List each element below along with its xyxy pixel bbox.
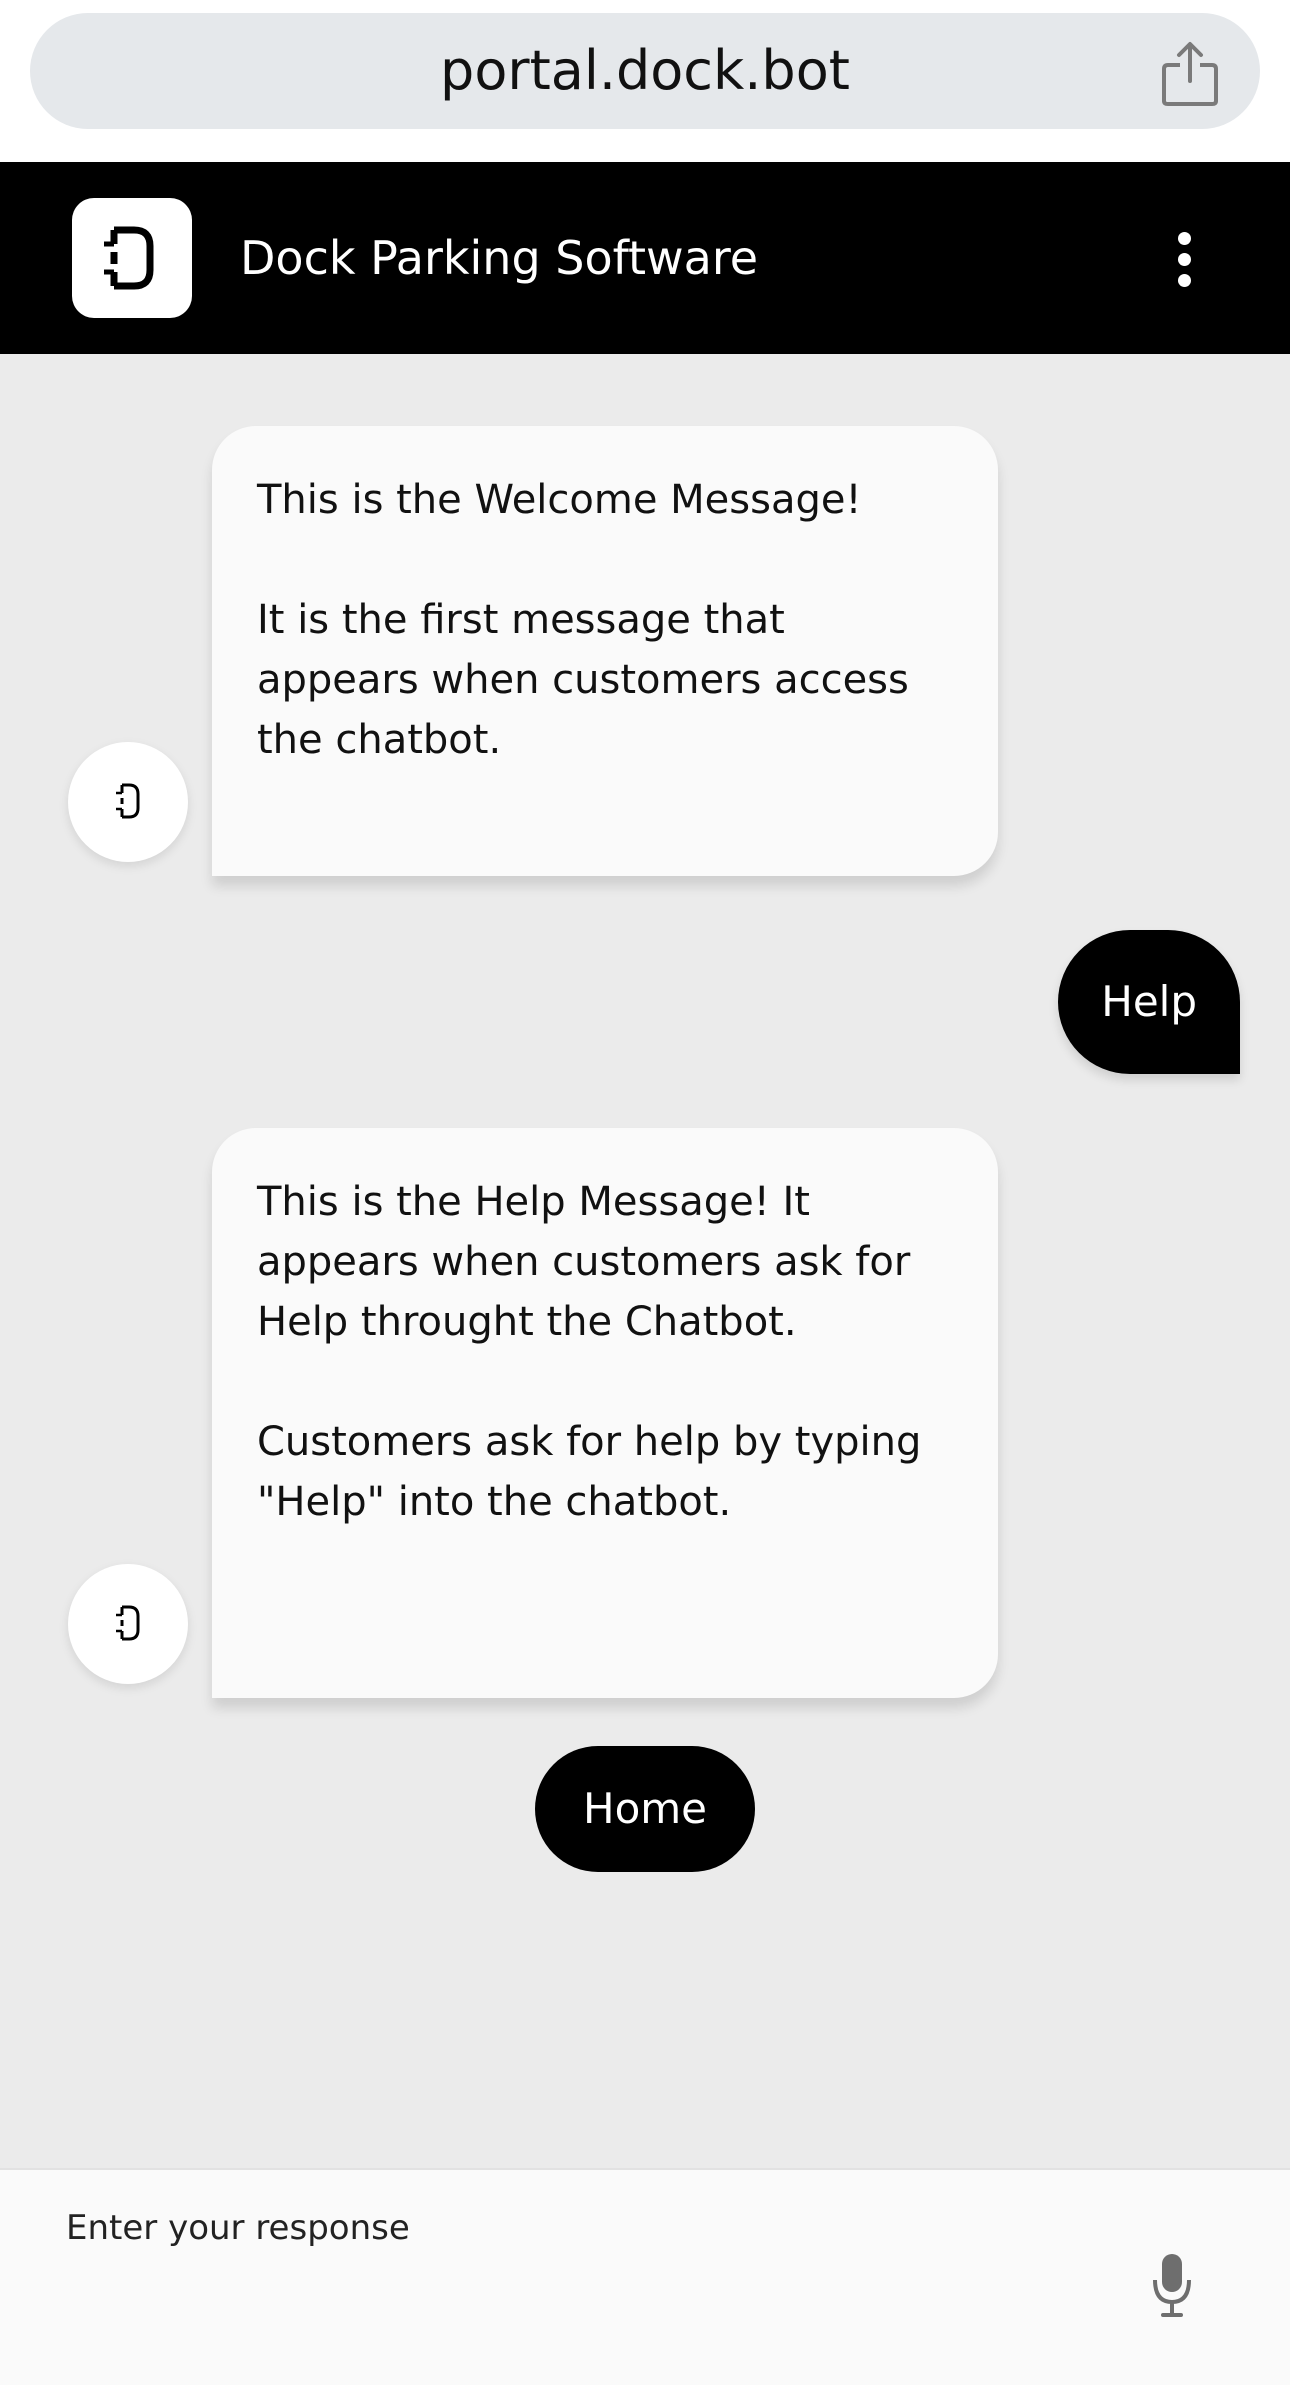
- user-message: Help: [1058, 930, 1240, 1074]
- message-text: It is the first message that appears whe…: [257, 597, 909, 763]
- more-vertical-icon[interactable]: [1172, 232, 1196, 287]
- dock-logo-icon: [72, 198, 192, 318]
- home-quick-reply-button[interactable]: Home: [535, 1746, 755, 1872]
- bot-message-help: This is the Help Message! It appears whe…: [212, 1128, 998, 1698]
- message-text: This is the Welcome Message!: [257, 477, 862, 523]
- response-input[interactable]: [66, 2198, 1066, 2258]
- bot-avatar: [68, 1564, 188, 1684]
- chat-area: This is the Welcome Message! It is the f…: [0, 354, 1290, 2168]
- app-header: Dock Parking Software: [0, 162, 1290, 354]
- message-text: Customers ask for help by typing "Help" …: [257, 1419, 922, 1525]
- share-icon[interactable]: [1160, 41, 1220, 107]
- address-bar[interactable]: portal.dock.bot: [30, 13, 1260, 129]
- app-title: Dock Parking Software: [240, 231, 759, 285]
- bot-message-welcome: This is the Welcome Message! It is the f…: [212, 426, 998, 876]
- message-text: This is the Help Message! It appears whe…: [257, 1179, 911, 1345]
- browser-toolbar: portal.dock.bot: [0, 0, 1290, 162]
- microphone-icon[interactable]: [1152, 2252, 1192, 2318]
- message-composer: [0, 2168, 1290, 2385]
- bot-avatar: [68, 742, 188, 862]
- dock-logo-icon: [116, 1605, 140, 1641]
- url-text[interactable]: portal.dock.bot: [30, 13, 1260, 129]
- dock-logo-icon: [116, 783, 140, 819]
